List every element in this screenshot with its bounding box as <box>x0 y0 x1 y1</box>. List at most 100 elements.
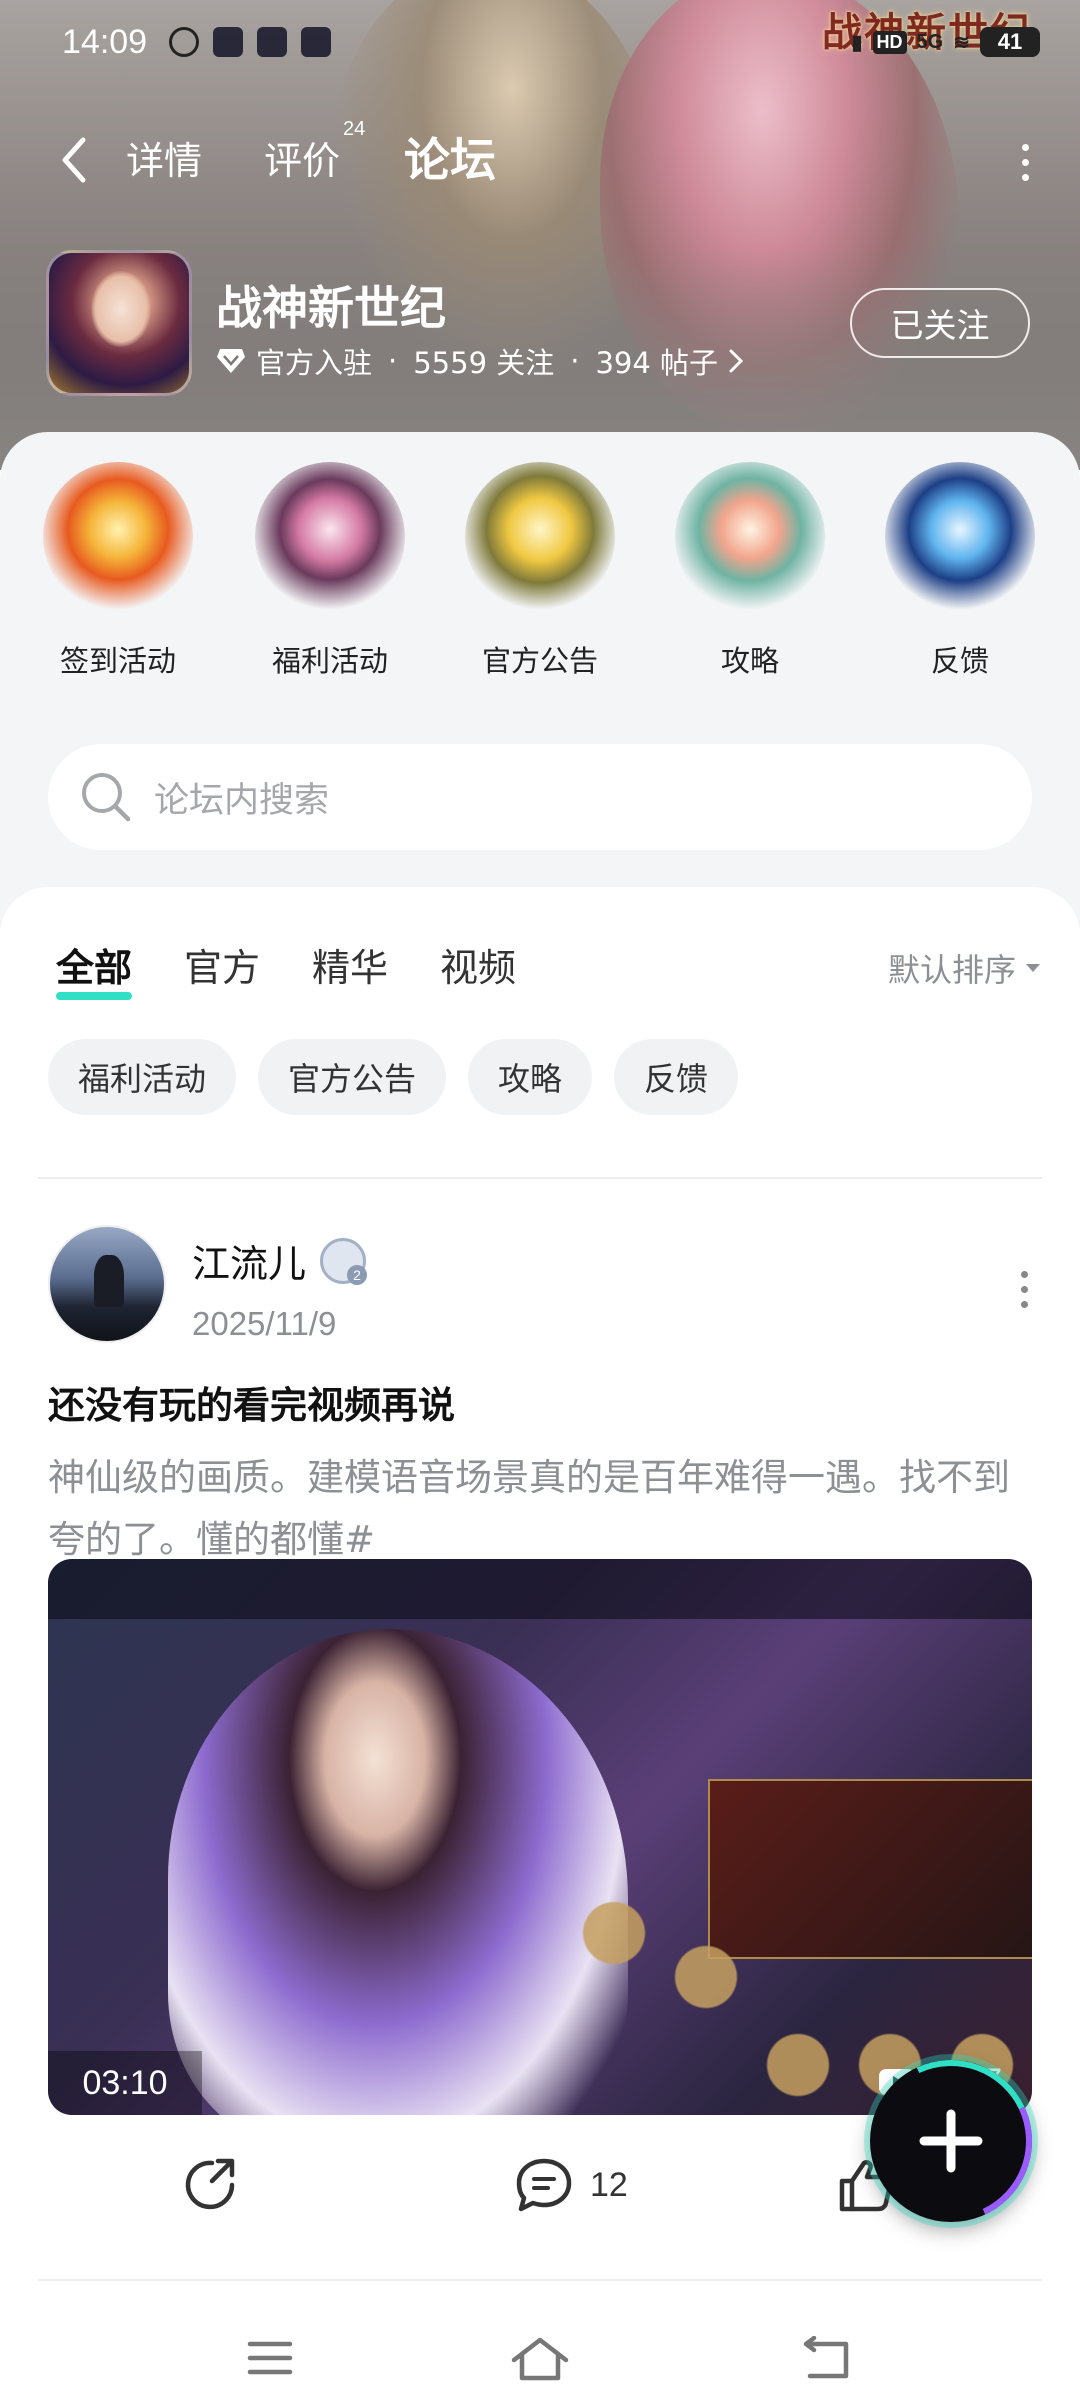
battery-icon: 41 <box>980 27 1040 57</box>
home-icon <box>511 2337 569 2381</box>
chip-guides[interactable]: 攻略 <box>468 1039 593 1115</box>
official-label: 官方入驻 <box>256 346 373 380</box>
video-character-art <box>168 1629 628 2115</box>
comment-count: 12 <box>590 2165 628 2204</box>
dot <box>1020 1285 1028 1293</box>
chevron-left-icon <box>62 137 86 183</box>
tab-forum[interactable]: 论坛 <box>404 124 496 190</box>
dragon-maiden-art <box>675 462 825 612</box>
shortcut-label: 官方公告 <box>481 644 598 678</box>
mail-icon <box>257 27 288 57</box>
back-button[interactable] <box>52 132 96 188</box>
create-post-button[interactable] <box>870 2060 1032 2222</box>
tab-details[interactable]: 详情 <box>126 130 202 185</box>
blue-dragon-art <box>885 462 1035 612</box>
followers-count: 5559 关注 <box>413 346 555 380</box>
network-type: 5G <box>916 30 944 53</box>
reviews-count-badge: 24 <box>343 118 366 140</box>
forum-search-input[interactable]: 论坛内搜索 <box>48 744 1032 850</box>
video-game-hud <box>48 1559 1032 1619</box>
caret-down-icon <box>1026 964 1040 972</box>
dancer-warrior-art <box>255 462 405 612</box>
post-date: 2025/11/9 <box>192 1305 337 1342</box>
post-video-thumbnail[interactable]: 03:10 1387 <box>48 1559 1032 2115</box>
separator-dot: · <box>388 344 398 378</box>
post-body[interactable]: 神仙级的画质。建模语音场景真的是百年难得一遇。找不到夸的了。懂的都懂# <box>48 1447 1028 1571</box>
sort-dropdown[interactable]: 默认排序 <box>888 945 1042 991</box>
post-more-button[interactable] <box>1012 1261 1036 1317</box>
shortcut-feedback[interactable]: 反馈 <box>870 462 1050 680</box>
filter-tabs: 全部 官方 精华 视频 <box>56 937 568 1000</box>
search-placeholder: 论坛内搜索 <box>154 780 330 821</box>
game-icon[interactable] <box>46 250 192 396</box>
author-name: 江流儿 <box>192 1242 307 1286</box>
status-indicators: ▮ HD 5G ≋ 41 <box>852 27 1040 57</box>
separator-dot: · <box>570 344 580 378</box>
comment-icon <box>516 2158 572 2212</box>
category-chips: 福利活动 官方公告 攻略 反馈 <box>48 1039 739 1115</box>
dot <box>1020 1270 1028 1278</box>
shortcut-official-announcements[interactable]: 官方公告 <box>450 462 630 680</box>
shortcut-label: 福利活动 <box>271 644 388 678</box>
back-nav-button[interactable] <box>796 2328 856 2388</box>
notification-icons <box>169 27 332 57</box>
chevron-right-icon <box>729 349 744 373</box>
user-level-badge-icon <box>320 1237 368 1285</box>
shortcut-guides[interactable]: 攻略 <box>660 462 840 680</box>
tab-official[interactable]: 官方 <box>184 937 260 992</box>
dot <box>1021 158 1029 166</box>
diamond-icon <box>217 349 245 373</box>
app-notification-icon <box>301 27 332 57</box>
search-icon <box>82 773 131 822</box>
game-header: 战神新世纪 14:09 ▮ HD 5G ≋ 41 详情 评价 24 论坛 战神新… <box>0 0 1080 470</box>
menu-icon <box>247 2341 293 2375</box>
share-button[interactable] <box>180 2155 240 2215</box>
app-notification-icon <box>213 27 244 57</box>
shortcut-benefits-activity[interactable]: 福利活动 <box>240 462 420 680</box>
more-options-button[interactable] <box>1010 134 1040 190</box>
hd-badge: HD <box>872 30 907 54</box>
back-icon <box>803 2336 849 2379</box>
tab-all[interactable]: 全部 <box>56 937 133 1000</box>
post-title[interactable]: 还没有玩的看完视频再说 <box>48 1375 455 1429</box>
weibo-icon <box>169 27 200 57</box>
divider <box>38 2279 1042 2281</box>
author-avatar[interactable] <box>48 1225 166 1343</box>
shortcut-checkin-activity[interactable]: 签到活动 <box>28 462 208 680</box>
comment-button[interactable]: 12 <box>512 2155 628 2215</box>
wifi-icon: ≋ <box>953 31 970 54</box>
game-meta[interactable]: 官方入驻 · 5559 关注 · 394 帖子 <box>216 340 744 382</box>
phoenix-warrior-art <box>43 462 193 612</box>
vibrate-icon: ▮ <box>851 31 863 54</box>
tab-reviews[interactable]: 评价 <box>264 130 340 185</box>
menu-button[interactable] <box>240 2328 300 2388</box>
header-artwork <box>0 0 1080 470</box>
status-time: 14:09 <box>62 22 148 61</box>
shortcut-label: 攻略 <box>720 644 779 678</box>
plus-icon <box>919 2109 983 2173</box>
posts-count: 394 帖子 <box>595 346 719 380</box>
follow-button[interactable]: 已关注 <box>850 288 1030 358</box>
forum-shortcuts: 签到活动 福利活动 官方公告 攻略 反馈 <box>0 462 1080 702</box>
top-nav: 详情 评价 24 论坛 <box>0 118 1080 200</box>
sort-label: 默认排序 <box>887 951 1016 989</box>
tab-featured[interactable]: 精华 <box>312 937 388 992</box>
dot <box>1021 173 1029 181</box>
divider <box>38 1177 1042 1179</box>
video-duration: 03:10 <box>48 2051 202 2115</box>
home-button[interactable] <box>510 2328 570 2388</box>
dot <box>1020 1300 1028 1308</box>
author-name-row[interactable]: 江流儿 <box>192 1233 368 1288</box>
chip-benefits-activity[interactable]: 福利活动 <box>48 1039 237 1115</box>
shortcut-label: 签到活动 <box>59 644 176 678</box>
share-icon <box>185 2158 235 2210</box>
system-navigation-bar <box>0 2308 1080 2408</box>
chip-feedback[interactable]: 反馈 <box>614 1039 739 1115</box>
tab-video[interactable]: 视频 <box>440 937 516 992</box>
shortcut-label: 反馈 <box>930 644 989 678</box>
status-bar: 14:09 ▮ HD 5G ≋ 41 <box>62 18 1040 66</box>
dot <box>1021 143 1029 151</box>
dragon-general-art <box>465 462 615 612</box>
chip-official-announcements[interactable]: 官方公告 <box>258 1039 447 1115</box>
game-title: 战神新世纪 <box>216 281 446 335</box>
